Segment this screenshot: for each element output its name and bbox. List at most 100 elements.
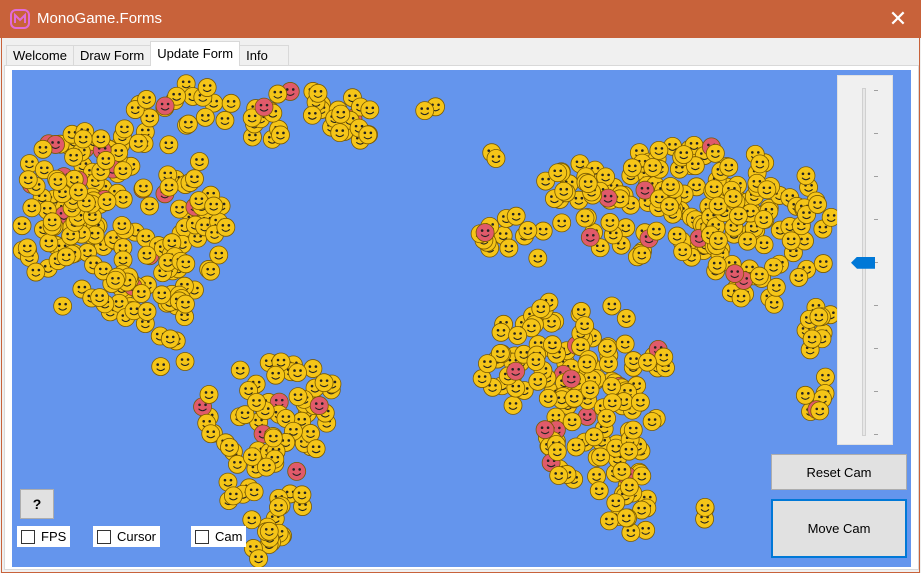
smiley-icon bbox=[288, 387, 308, 407]
smiley-icon bbox=[707, 255, 727, 275]
zoom-slider-panel bbox=[837, 75, 893, 445]
smiley-icon bbox=[96, 151, 116, 170]
fps-checkbox[interactable]: FPS bbox=[17, 526, 71, 547]
smiley-icon bbox=[221, 93, 241, 113]
smiley-icon bbox=[549, 466, 569, 485]
smiley-icon bbox=[137, 302, 157, 321]
smiley-icon bbox=[661, 177, 680, 196]
smiley-icon bbox=[112, 216, 132, 235]
smiley-icon bbox=[178, 114, 198, 134]
smiley-icon bbox=[616, 508, 636, 528]
smiley-icon bbox=[810, 401, 830, 421]
smiley-icon bbox=[478, 354, 497, 374]
smiley-icon bbox=[813, 254, 833, 273]
smiley-icon bbox=[176, 254, 196, 274]
smiley-icon bbox=[638, 352, 657, 372]
smiley-icon bbox=[695, 497, 715, 517]
zoom-slider-thumb[interactable] bbox=[851, 256, 875, 269]
slider-tick bbox=[874, 348, 878, 349]
smiley-icon bbox=[288, 363, 307, 382]
smiley-icon bbox=[131, 284, 151, 303]
smiley-icon bbox=[528, 248, 548, 268]
smiley-icon bbox=[159, 177, 179, 197]
smiley-icon bbox=[738, 231, 757, 251]
cam-checkbox-label: Cam bbox=[215, 529, 243, 544]
smiley-icon bbox=[195, 107, 215, 127]
smiley-icon bbox=[209, 245, 229, 265]
smiley-icon bbox=[254, 97, 274, 117]
smiley-icon bbox=[600, 213, 620, 232]
close-icon: ✕ bbox=[888, 6, 908, 31]
smiley-icon bbox=[729, 206, 748, 226]
smiley-icon bbox=[508, 326, 527, 345]
reset-cam-button[interactable]: Reset Cam bbox=[771, 454, 907, 490]
smiley-icon bbox=[53, 296, 73, 316]
cursor-checkbox-box[interactable] bbox=[97, 529, 111, 544]
tab-welcome[interactable]: Welcome bbox=[6, 45, 74, 66]
close-button[interactable]: ✕ bbox=[875, 0, 921, 38]
smiley-icon bbox=[360, 100, 380, 120]
smiley-icon bbox=[160, 329, 180, 349]
smiley-icon bbox=[56, 247, 76, 267]
fps-checkbox-box[interactable] bbox=[21, 529, 35, 544]
smiley-icon bbox=[754, 235, 774, 255]
fps-checkbox-label: FPS bbox=[41, 529, 67, 544]
slider-tick bbox=[874, 90, 878, 91]
smiley-icon bbox=[597, 338, 617, 358]
cam-checkbox-box[interactable] bbox=[195, 529, 209, 544]
smiley-icon bbox=[257, 457, 276, 477]
smiley-icon bbox=[619, 477, 639, 497]
smiley-icon bbox=[97, 192, 117, 211]
tab-info[interactable]: Info bbox=[239, 45, 289, 66]
smiley-icon bbox=[503, 395, 523, 415]
smiley-icon bbox=[642, 412, 662, 431]
help-button[interactable]: ? bbox=[20, 489, 54, 519]
smiley-icon bbox=[548, 163, 568, 183]
smiley-icon bbox=[598, 188, 618, 208]
smiley-icon bbox=[578, 174, 598, 193]
smiley-icon bbox=[64, 147, 84, 167]
move-cam-button[interactable]: Move Cam bbox=[771, 499, 907, 558]
smiley-icon bbox=[647, 221, 666, 241]
smiley-icon bbox=[155, 96, 175, 116]
smiley-icon bbox=[796, 166, 816, 186]
smiley-icon bbox=[249, 549, 268, 567]
smiley-icon bbox=[591, 447, 610, 467]
smiley-icon bbox=[48, 171, 68, 191]
smiley-icon bbox=[106, 270, 125, 290]
smiley-icon bbox=[580, 380, 600, 400]
cursor-checkbox[interactable]: Cursor bbox=[93, 526, 161, 547]
smiley-icon bbox=[201, 261, 221, 281]
smiley-icon bbox=[90, 288, 110, 307]
smiley-icon bbox=[561, 369, 581, 389]
smiley-icon bbox=[584, 427, 604, 447]
tab-strip: Welcome Draw Form Update Form Info bbox=[6, 41, 289, 66]
cam-checkbox[interactable]: Cam bbox=[191, 526, 247, 547]
smiley-icon bbox=[17, 238, 37, 258]
smiley-icon bbox=[175, 352, 195, 371]
slider-tick bbox=[874, 391, 878, 392]
smiley-icon bbox=[137, 90, 156, 109]
tab-draw-form[interactable]: Draw Form bbox=[72, 45, 152, 66]
smiley-icon bbox=[129, 133, 148, 153]
smiley-icon bbox=[766, 277, 786, 297]
smiley-icon bbox=[757, 180, 777, 200]
smiley-icon bbox=[33, 139, 53, 159]
smiley-icon bbox=[42, 212, 62, 232]
smiley-icon bbox=[134, 178, 153, 198]
smiley-icon bbox=[137, 245, 157, 265]
smiley-icon bbox=[159, 135, 179, 155]
smiley-icon bbox=[802, 329, 822, 349]
smiley-icon bbox=[215, 111, 235, 130]
cursor-checkbox-label: Cursor bbox=[117, 529, 157, 544]
slider-tick bbox=[874, 219, 878, 220]
tab-update-form[interactable]: Update Form bbox=[150, 41, 241, 66]
smiley-icon bbox=[535, 420, 555, 440]
smiley-icon bbox=[22, 198, 42, 218]
smiley-icon bbox=[176, 294, 195, 314]
smiley-icon bbox=[795, 385, 815, 405]
smiley-icon bbox=[606, 493, 626, 513]
smiley-icon bbox=[91, 129, 111, 149]
monogame-viewport[interactable]: ? FPS Cursor Cam Reset Cam Move Cam bbox=[12, 70, 911, 567]
smiley-icon bbox=[230, 360, 250, 380]
